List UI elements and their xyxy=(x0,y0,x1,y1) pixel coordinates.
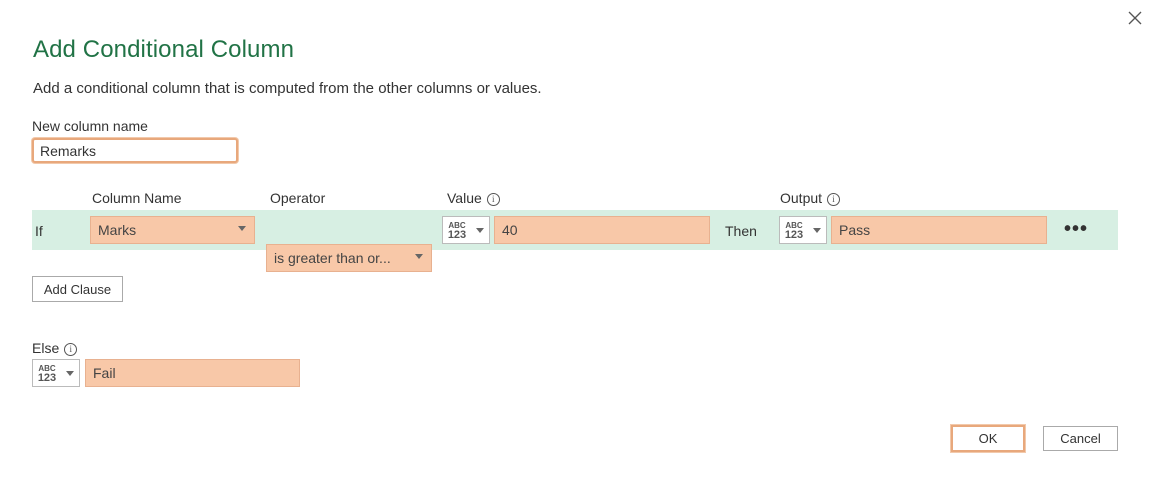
chevron-down-icon xyxy=(238,226,246,231)
else-value-input[interactable]: Fail xyxy=(85,359,300,387)
ok-button[interactable]: OK xyxy=(951,425,1025,452)
column-name-dropdown[interactable]: Marks xyxy=(90,216,255,244)
value-type-dropdown[interactable]: ABC 123 xyxy=(442,216,490,244)
add-clause-button[interactable]: Add Clause xyxy=(32,276,123,302)
column-name-header: Column Name xyxy=(92,190,182,206)
operator-dropdown[interactable]: is greater than or... xyxy=(266,244,432,272)
chevron-down-icon xyxy=(813,227,821,233)
chevron-down-icon xyxy=(66,370,74,376)
value-input[interactable]: 40 xyxy=(494,216,710,244)
new-column-name-input[interactable] xyxy=(32,138,238,163)
new-column-name-label: New column name xyxy=(32,118,148,134)
info-icon[interactable]: i xyxy=(827,192,841,206)
then-label: Then xyxy=(725,223,757,239)
chevron-down-icon xyxy=(476,227,484,233)
value-header-label: Value xyxy=(447,190,482,206)
info-icon[interactable]: i xyxy=(486,192,500,206)
else-label: Else xyxy=(32,340,60,356)
dialog-title: Add Conditional Column xyxy=(33,36,295,63)
dialog-subtitle: Add a conditional column that is compute… xyxy=(33,80,542,97)
abc-123-type-icon: ABC 123 xyxy=(447,220,467,241)
cancel-button[interactable]: Cancel xyxy=(1043,426,1118,451)
if-label: If xyxy=(35,223,43,239)
operator-header: Operator xyxy=(270,190,326,206)
value-header: Value i xyxy=(447,190,500,206)
more-options-icon[interactable]: ••• xyxy=(1064,218,1088,241)
output-input[interactable]: Pass xyxy=(831,216,1047,244)
output-header: Output i xyxy=(780,190,841,206)
info-icon[interactable]: i xyxy=(64,342,78,356)
output-header-label: Output xyxy=(780,190,823,206)
output-type-dropdown[interactable]: ABC 123 xyxy=(779,216,827,244)
else-type-dropdown[interactable]: ABC 123 xyxy=(32,359,80,387)
abc-123-type-icon: ABC 123 xyxy=(784,220,804,241)
else-header: Else i xyxy=(32,340,78,356)
abc-123-type-icon: ABC 123 xyxy=(37,363,57,384)
column-name-value: Marks xyxy=(98,222,137,238)
operator-value: is greater than or... xyxy=(274,250,391,266)
chevron-down-icon xyxy=(415,254,423,259)
close-icon[interactable] xyxy=(1125,8,1145,28)
